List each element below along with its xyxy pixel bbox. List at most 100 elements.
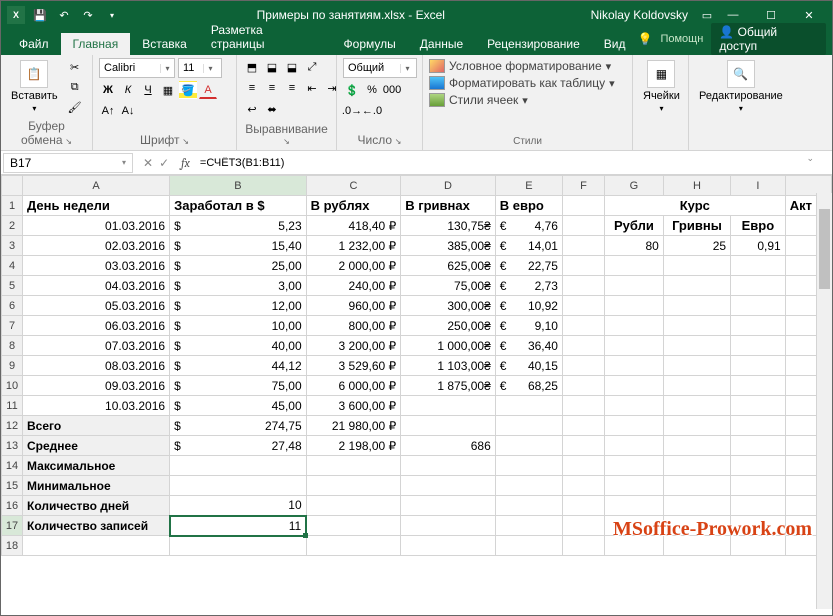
cell[interactable]: [562, 416, 604, 436]
align-center-icon[interactable]: ≡: [263, 79, 281, 97]
cell[interactable]: $3,00: [170, 276, 307, 296]
cell[interactable]: [562, 396, 604, 416]
cell[interactable]: 686: [401, 436, 496, 456]
shrink-font-icon[interactable]: A↓: [119, 102, 137, 120]
cell[interactable]: 240,00 ₽: [306, 276, 401, 296]
col-header[interactable]: C: [306, 176, 401, 196]
cell[interactable]: [663, 356, 730, 376]
cell[interactable]: 06.03.2016: [23, 316, 170, 336]
cell[interactable]: [605, 256, 664, 276]
row-header[interactable]: 15: [2, 476, 23, 496]
cell[interactable]: [562, 336, 604, 356]
cell[interactable]: [663, 376, 730, 396]
cell[interactable]: 6 000,00 ₽: [306, 376, 401, 396]
cell[interactable]: 625,00₴: [401, 256, 496, 276]
row-header[interactable]: 7: [2, 316, 23, 336]
user-name[interactable]: Nikolay Koldovsky: [581, 8, 698, 22]
col-header[interactable]: D: [401, 176, 496, 196]
cell[interactable]: [562, 516, 604, 536]
align-right-icon[interactable]: ≡: [283, 79, 301, 97]
font-size-input[interactable]: [179, 62, 203, 74]
col-header[interactable]: F: [562, 176, 604, 196]
cell[interactable]: [605, 416, 664, 436]
cell[interactable]: [306, 516, 401, 536]
number-format-input[interactable]: [344, 62, 400, 74]
cell[interactable]: $12,00: [170, 296, 307, 316]
cell[interactable]: 10.03.2016: [23, 396, 170, 416]
cell[interactable]: [495, 536, 562, 556]
save-icon[interactable]: 💾: [31, 6, 49, 24]
cell[interactable]: [663, 276, 730, 296]
cell[interactable]: [605, 296, 664, 316]
align-bottom-icon[interactable]: ⬓: [283, 58, 301, 76]
tab-file[interactable]: Файл: [7, 33, 61, 55]
align-middle-icon[interactable]: ⬓: [263, 58, 281, 76]
row-header[interactable]: 17: [2, 516, 23, 536]
cell[interactable]: €14,01: [495, 236, 562, 256]
cell[interactable]: [495, 476, 562, 496]
orientation-icon[interactable]: ⤢: [303, 58, 321, 76]
vertical-scrollbar[interactable]: [816, 193, 832, 609]
merge-icon[interactable]: ⬌: [263, 100, 281, 118]
cell[interactable]: 07.03.2016: [23, 336, 170, 356]
cell[interactable]: 01.03.2016: [23, 216, 170, 236]
redo-icon[interactable]: ↷: [79, 6, 97, 24]
fx-icon[interactable]: fx: [177, 156, 194, 170]
row-header[interactable]: 16: [2, 496, 23, 516]
cell[interactable]: 800,00 ₽: [306, 316, 401, 336]
tell-me[interactable]: Помощн: [660, 33, 703, 45]
cell[interactable]: В гривнах: [401, 196, 496, 216]
cell[interactable]: €9,10: [495, 316, 562, 336]
cell[interactable]: 418,40 ₽: [306, 216, 401, 236]
cell[interactable]: [731, 456, 786, 476]
cell[interactable]: 3 600,00 ₽: [306, 396, 401, 416]
align-top-icon[interactable]: ⬒: [243, 58, 261, 76]
cell[interactable]: Заработал в $: [170, 196, 307, 216]
cell[interactable]: День недели: [23, 196, 170, 216]
cell[interactable]: [605, 436, 664, 456]
cell[interactable]: €22,75: [495, 256, 562, 276]
percent-icon[interactable]: %: [363, 81, 381, 99]
formula-input[interactable]: [194, 157, 832, 169]
cell[interactable]: Гривны: [663, 216, 730, 236]
cell[interactable]: 10: [170, 496, 307, 516]
col-header[interactable]: I: [731, 176, 786, 196]
cell[interactable]: [731, 276, 786, 296]
conditional-formatting-button[interactable]: Условное форматирование ▾: [429, 58, 611, 74]
cell[interactable]: 0,91: [731, 236, 786, 256]
cell[interactable]: 21 980,00 ₽: [306, 416, 401, 436]
cell[interactable]: [663, 256, 730, 276]
cell[interactable]: [401, 476, 496, 496]
copy-icon[interactable]: ⧉: [66, 78, 84, 96]
cell[interactable]: [562, 256, 604, 276]
cell[interactable]: [562, 236, 604, 256]
col-header[interactable]: B: [170, 176, 307, 196]
cut-icon[interactable]: ✂: [66, 58, 84, 76]
cell[interactable]: €10,92: [495, 296, 562, 316]
bold-button[interactable]: Ж: [99, 81, 117, 99]
border-icon[interactable]: ▦: [159, 81, 177, 99]
cell[interactable]: Минимальное: [23, 476, 170, 496]
share-button[interactable]: 👤 Общий доступ: [711, 23, 826, 55]
font-size-combo[interactable]: ▾: [178, 58, 222, 78]
cell[interactable]: 02.03.2016: [23, 236, 170, 256]
underline-button[interactable]: Ч: [139, 81, 157, 99]
scrollbar-thumb[interactable]: [819, 209, 830, 289]
align-left-icon[interactable]: ≡: [243, 79, 261, 97]
cell[interactable]: [495, 456, 562, 476]
cell[interactable]: 385,00₴: [401, 236, 496, 256]
cell[interactable]: [562, 356, 604, 376]
row-header[interactable]: 11: [2, 396, 23, 416]
cell[interactable]: [306, 476, 401, 496]
number-format-combo[interactable]: ▾: [343, 58, 417, 78]
cell[interactable]: 80: [605, 236, 664, 256]
cell[interactable]: Евро: [731, 216, 786, 236]
row-header[interactable]: 12: [2, 416, 23, 436]
cell[interactable]: 05.03.2016: [23, 296, 170, 316]
format-as-table-button[interactable]: Форматировать как таблицу ▾: [429, 75, 615, 91]
cell[interactable]: €40,15: [495, 356, 562, 376]
dec-decimal-icon[interactable]: ←.0: [363, 102, 381, 120]
row-header[interactable]: 2: [2, 216, 23, 236]
cell[interactable]: 04.03.2016: [23, 276, 170, 296]
indent-dec-icon[interactable]: ⇤: [303, 79, 321, 97]
